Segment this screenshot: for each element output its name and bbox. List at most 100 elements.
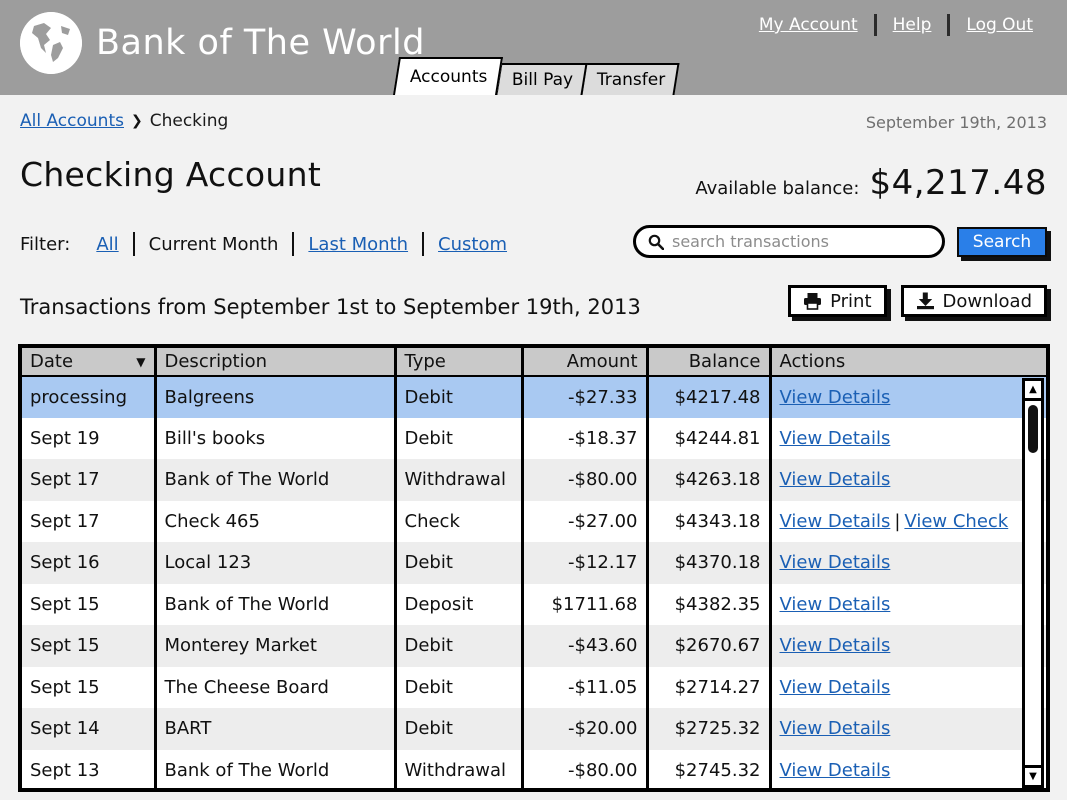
action-link-view-details[interactable]: View Details (780, 387, 891, 408)
search-placeholder: search transactions (672, 232, 829, 251)
column-header-type[interactable]: Type (395, 348, 524, 377)
cell-date: Sept 15 (22, 583, 157, 625)
table-header: Date ▼ Description Type Amount Balance A… (22, 348, 1046, 377)
cell-actions: View Details (770, 542, 1046, 584)
scroll-up-button[interactable]: ▲ (1025, 381, 1041, 401)
cell-balance: $4263.18 (647, 459, 772, 501)
download-button[interactable]: Download (900, 285, 1047, 317)
column-header-balance[interactable]: Balance (647, 348, 772, 377)
action-link-view-details[interactable]: View Details (780, 469, 891, 490)
cell-description: Bank of The World (155, 459, 397, 501)
available-balance: Available balance: $4,217.48 (695, 163, 1047, 203)
tab-transfer[interactable]: Transfer (580, 63, 680, 95)
current-date: September 19th, 2013 (865, 113, 1047, 132)
table-row[interactable]: Sept 14 BART Debit -$20.00 $2725.32 View Deta… (22, 708, 1046, 750)
action-link-view-details[interactable]: View Details (780, 718, 891, 739)
tab-bill-pay[interactable]: Bill Pay (494, 63, 588, 95)
tab-accounts-label: Accounts (409, 67, 488, 87)
cell-amount: -$12.17 (522, 542, 649, 584)
table-row[interactable]: Sept 17 Check 465 Check -$27.00 $4343.18 View… (22, 500, 1046, 542)
table-row[interactable]: Sept 16 Local 123 Debit -$12.17 $4370.18 View… (22, 542, 1046, 584)
cell-amount: -$18.37 (522, 417, 649, 459)
cell-balance: $2725.32 (647, 708, 772, 750)
action-link-view-details[interactable]: View Details (780, 635, 891, 656)
cell-amount: -$27.33 (522, 376, 649, 418)
filter-row: Filter: All Current Month Last Month Cus… (20, 225, 1047, 271)
cell-actions: View Details (770, 708, 1046, 750)
cell-amount: -$80.00 (522, 749, 649, 788)
cell-type: Withdrawal (395, 749, 524, 788)
title-row: Checking Account Available balance: $4,2… (20, 155, 1047, 203)
table-scrollbar[interactable]: ▲ ▼ (1022, 378, 1044, 788)
cell-balance: $4217.48 (647, 376, 772, 418)
action-link-view-details[interactable]: View Details (780, 760, 891, 781)
cell-date: Sept 16 (22, 542, 157, 584)
column-header-description[interactable]: Description (155, 348, 397, 377)
action-link-view-details[interactable]: View Details (780, 677, 891, 698)
cell-balance: $4244.81 (647, 417, 772, 459)
nav-link-log-out[interactable]: Log Out (950, 15, 1049, 35)
table-row[interactable]: Sept 19 Bill's books Debit -$18.37 $4244.81 V… (22, 417, 1046, 459)
column-header-amount[interactable]: Amount (522, 348, 649, 377)
table-row[interactable]: Sept 15 The Cheese Board Debit -$11.05 $2714… (22, 666, 1046, 708)
filter-custom[interactable]: Custom (424, 234, 521, 255)
cell-amount: -$43.60 (522, 625, 649, 667)
brand: Bank of The World (20, 12, 425, 74)
table-row[interactable]: Sept 13 Bank of The World Withdrawal -$80.0… (22, 749, 1046, 789)
cell-description: The Cheese Board (155, 666, 397, 708)
nav-link-my-account[interactable]: My Account (743, 15, 874, 35)
cell-type: Check (395, 500, 524, 542)
available-balance-value: $4,217.48 (869, 163, 1047, 203)
search-input[interactable]: search transactions (633, 225, 945, 258)
action-link-view-details[interactable]: View Details (780, 511, 891, 532)
filter-current-month[interactable]: Current Month (135, 234, 293, 255)
cell-date: Sept 15 (22, 666, 157, 708)
filter-all[interactable]: All (82, 234, 132, 255)
cell-type: Debit (395, 708, 524, 750)
cell-actions: View Details (770, 376, 1046, 418)
cell-balance: $2745.32 (647, 749, 772, 788)
table-row[interactable]: Sept 15 Monterey Market Debit -$43.60 $2670.… (22, 625, 1046, 667)
action-link-view-details[interactable]: View Details (780, 428, 891, 449)
search-icon (648, 234, 664, 250)
action-link-view-details[interactable]: View Details (780, 594, 891, 615)
brand-name: Bank of The World (96, 23, 425, 63)
transactions-table: Date ▼ Description Type Amount Balance A… (22, 348, 1046, 789)
globe-icon (20, 12, 82, 74)
tab-accounts[interactable]: Accounts (392, 57, 503, 95)
print-button[interactable]: Print (788, 285, 887, 317)
search-button[interactable]: Search (957, 226, 1047, 257)
search-area: search transactions Search (633, 225, 1047, 258)
table-row[interactable]: Sept 15 Bank of The World Deposit $1711.68 $… (22, 583, 1046, 625)
sort-descending-icon: ▼ (136, 354, 146, 369)
table-row[interactable]: processing Balgreens Debit -$27.33 $4217.48 V… (22, 376, 1046, 418)
action-link-view-check[interactable]: View Check (904, 511, 1008, 532)
column-header-date[interactable]: Date ▼ (22, 348, 157, 377)
chevron-right-icon: ❯ (130, 113, 143, 129)
app-header: Bank of The World My Account Help Log Ou… (0, 0, 1067, 95)
cell-description: BART (155, 708, 397, 750)
cell-type: Debit (395, 625, 524, 667)
breadcrumb-row: All Accounts ❯ Checking September 19th, … (20, 111, 1047, 137)
cell-actions: View Details (770, 459, 1046, 501)
cell-description: Bank of The World (155, 583, 397, 625)
cell-actions: View Details (770, 750, 1046, 789)
cell-date: Sept 19 (22, 417, 157, 459)
cell-description: Bill's books (155, 417, 397, 459)
scroll-down-button[interactable]: ▼ (1025, 765, 1041, 785)
cell-date: Sept 15 (22, 625, 157, 667)
cell-amount: -$80.00 (522, 459, 649, 501)
cell-description: Check 465 (155, 500, 397, 542)
cell-type: Debit (395, 417, 524, 459)
scrollbar-thumb[interactable] (1028, 405, 1038, 453)
breadcrumb-all-accounts[interactable]: All Accounts (20, 111, 124, 131)
nav-link-help[interactable]: Help (877, 15, 948, 35)
cell-balance: $2670.67 (647, 625, 772, 667)
table-header-row: Date ▼ Description Type Amount Balance A… (22, 348, 1046, 377)
filter-last-month[interactable]: Last Month (294, 234, 422, 255)
cell-description: Local 123 (155, 542, 397, 584)
table-row[interactable]: Sept 17 Bank of The World Withdrawal -$80.0… (22, 459, 1046, 501)
cell-balance: $4382.35 (647, 583, 772, 625)
action-link-view-details[interactable]: View Details (780, 552, 891, 573)
transactions-table-container: Date ▼ Description Type Amount Balance A… (18, 344, 1050, 792)
